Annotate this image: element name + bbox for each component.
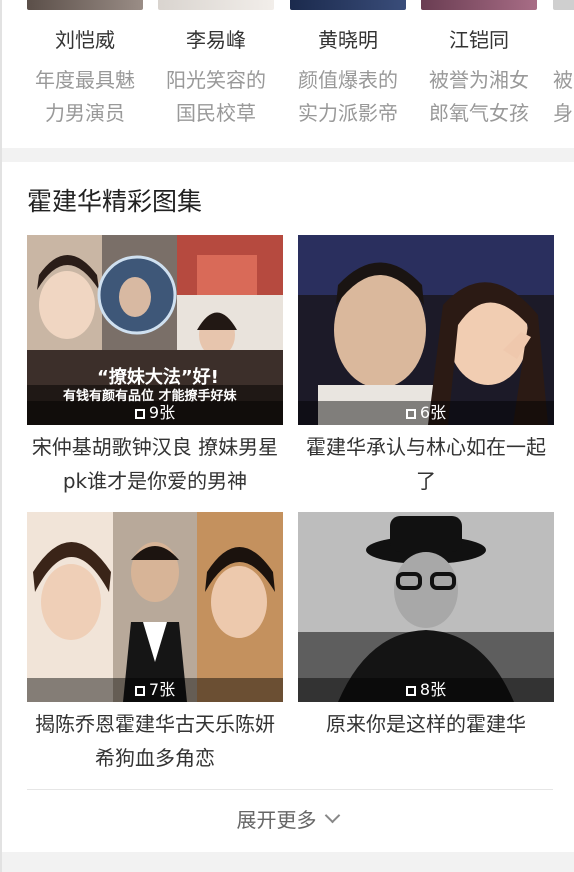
portrait-photo [298,512,554,702]
star-description: 年度最具魅力男演员 [35,68,135,125]
photo-count: 6张 [419,403,447,422]
couple-photo [298,235,554,425]
divider [27,789,553,790]
star-description: 被身 [553,68,573,125]
gallery-card-title[interactable]: 揭陈乔恩霍建华古天乐陈妍希狗血多角恋 [27,707,283,775]
photo-count-badge: 7张 [27,678,283,702]
trio-photo [27,512,283,702]
photo-count: 9张 [148,403,176,422]
gallery-card-title[interactable]: 宋仲基胡歌钟汉良 撩妹男星pk谁才是你爱的男神 [27,430,283,498]
gallery-card-title[interactable]: 原来你是这样的霍建华 [298,707,554,741]
star-name: 江铠同 [449,28,509,52]
star-description: 阳光笑容的国民校草 [166,68,266,125]
gallery-title: 霍建华精彩图集 [27,187,203,216]
gallery-card-image[interactable]: “撩妹大法”好! 有钱有颜有品位 才能撩手好妹 9张 [27,235,283,425]
section-separator [2,148,574,162]
expand-more-button[interactable]: 展开更多 [0,803,574,837]
photos-icon [134,409,145,419]
star-description: 被誉为湘女郎氧气女孩 [429,68,529,125]
gallery-card-image[interactable]: 8张 [298,512,554,702]
expand-more-label: 展开更多 [236,808,317,832]
photos-icon [134,686,145,696]
photos-icon [405,686,416,696]
related-stars-strip: 刘恺威 年度最具魅力男演员 李易峰 阳光笑容的国民校草 黄晓明 颜值爆表的实力派… [0,0,574,148]
star-thumbnail [553,0,574,10]
gallery-card-image[interactable]: 7张 [27,512,283,702]
star-name: 黄晓明 [318,28,378,52]
star-thumbnail [421,0,537,10]
section-separator [2,852,574,872]
photo-count-badge: 9张 [27,401,283,425]
star-name: 李易峰 [186,28,246,52]
gallery-card-title[interactable]: 霍建华承认与林心如在一起了 [298,430,554,498]
star-description: 颜值爆表的实力派影帝 [298,68,398,125]
photo-count: 8张 [419,680,447,699]
photo-count: 7张 [148,680,176,699]
gallery-card-image[interactable]: 6张 [298,235,554,425]
star-name: 刘恺威 [55,28,115,52]
star-thumbnail [158,0,274,10]
star-thumbnail [27,0,143,10]
photo-count-badge: 8张 [298,678,554,702]
chevron-down-icon [324,807,340,824]
photo-count-badge: 6张 [298,401,554,425]
star-thumbnail [290,0,406,10]
photos-icon [405,409,416,419]
